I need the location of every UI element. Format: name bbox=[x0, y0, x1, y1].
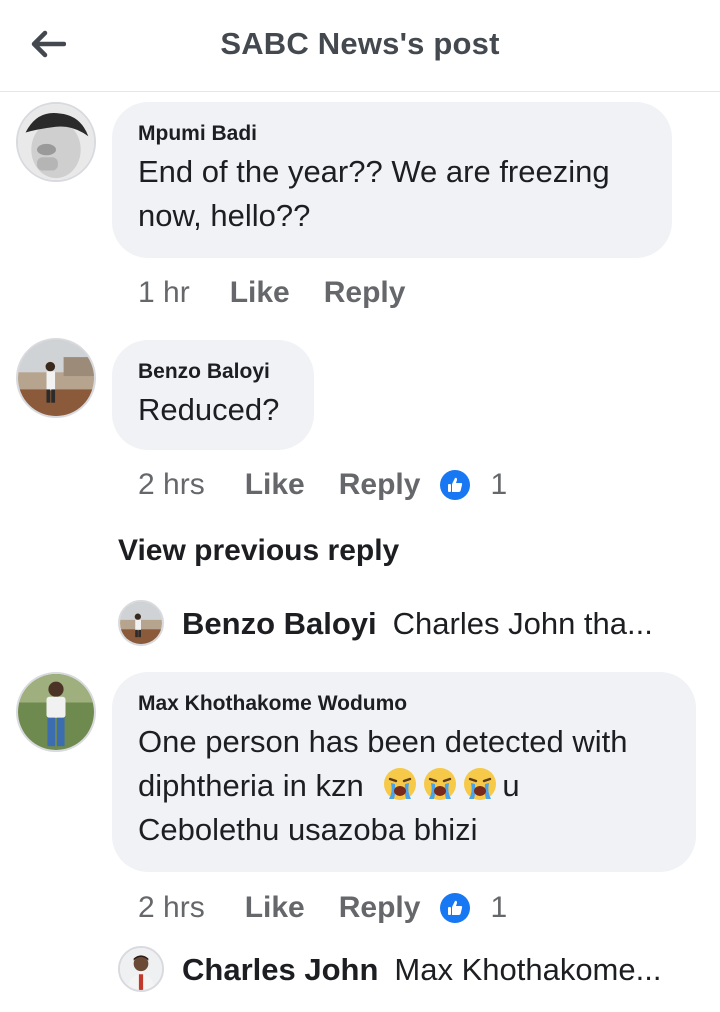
reply-preview[interactable]: Charles John Max Khothakome... bbox=[182, 952, 661, 988]
comment-actions: 1 hr Like Reply bbox=[138, 273, 439, 313]
like-count: 1 bbox=[490, 891, 508, 924]
loudly-crying-face-icon bbox=[464, 768, 497, 800]
comment-author[interactable]: Benzo Baloyi bbox=[138, 358, 288, 386]
comment-bubble[interactable]: Benzo Baloyi Reduced? bbox=[112, 340, 314, 450]
comment-time[interactable]: 2 hrs bbox=[138, 468, 205, 502]
comment-text-segment: diphtheria in kzn bbox=[138, 768, 364, 803]
loudly-crying-face-icon bbox=[424, 768, 457, 800]
comment-text-line: End of the year?? We are freezing bbox=[138, 154, 610, 189]
avatar[interactable] bbox=[16, 102, 96, 182]
comment-text-line: Reduced? bbox=[138, 392, 280, 427]
comment-bubble[interactable]: Max Khothakome Wodumo One person has bee… bbox=[112, 672, 696, 872]
comment-text-segment: u bbox=[502, 768, 520, 803]
comment-text-line: Cebolethu usazoba bhizi bbox=[138, 812, 478, 847]
reply-text: Charles John tha... bbox=[392, 606, 653, 641]
comment-time[interactable]: 1 hr bbox=[138, 276, 190, 310]
avatar[interactable] bbox=[16, 672, 96, 752]
reply-preview[interactable]: Benzo Baloyi Charles John tha... bbox=[182, 606, 653, 642]
comment-text-line: now, hello?? bbox=[138, 198, 311, 233]
avatar[interactable] bbox=[118, 600, 164, 646]
reply-button[interactable]: Reply bbox=[324, 276, 406, 310]
comment-author[interactable]: Mpumi Badi bbox=[138, 120, 646, 148]
reply-author[interactable]: Benzo Baloyi bbox=[182, 606, 377, 642]
reaction-summary[interactable]: 1 bbox=[440, 891, 507, 925]
comment-text: End of the year?? We are freezing now, h… bbox=[138, 150, 646, 238]
top-bar: SABC News's post bbox=[0, 0, 720, 92]
avatar[interactable] bbox=[16, 338, 96, 418]
comment-actions: 2 hrs Like Reply 1 bbox=[138, 888, 507, 928]
comment-time[interactable]: 2 hrs bbox=[138, 891, 205, 925]
comment-text: Reduced? bbox=[138, 388, 288, 432]
comment-text-line: One person has been detected with bbox=[138, 724, 628, 759]
like-button[interactable]: Like bbox=[245, 468, 305, 502]
like-button[interactable]: Like bbox=[245, 891, 305, 925]
thumbs-up-icon bbox=[440, 470, 471, 500]
view-previous-reply-link[interactable]: View previous reply bbox=[118, 534, 399, 568]
reply-author[interactable]: Charles John bbox=[182, 952, 378, 988]
reaction-summary[interactable]: 1 bbox=[440, 468, 507, 502]
comment-text: One person has been detected with diphth… bbox=[138, 720, 670, 852]
thumbs-up-icon bbox=[440, 893, 471, 923]
like-button[interactable]: Like bbox=[230, 276, 290, 310]
avatar[interactable] bbox=[118, 946, 164, 992]
comment-author[interactable]: Max Khothakome Wodumo bbox=[138, 690, 670, 718]
like-count: 1 bbox=[490, 468, 508, 501]
comment-actions: 2 hrs Like Reply 1 bbox=[138, 465, 507, 505]
page-title: SABC News's post bbox=[220, 26, 500, 61]
loudly-crying-face-icon bbox=[384, 768, 417, 800]
reply-text: Max Khothakome... bbox=[394, 952, 662, 987]
reply-button[interactable]: Reply bbox=[339, 891, 421, 925]
reply-button[interactable]: Reply bbox=[339, 468, 421, 502]
comment-text-line: diphtheria in kzn u bbox=[138, 764, 670, 808]
comment-bubble[interactable]: Mpumi Badi End of the year?? We are free… bbox=[112, 102, 672, 258]
